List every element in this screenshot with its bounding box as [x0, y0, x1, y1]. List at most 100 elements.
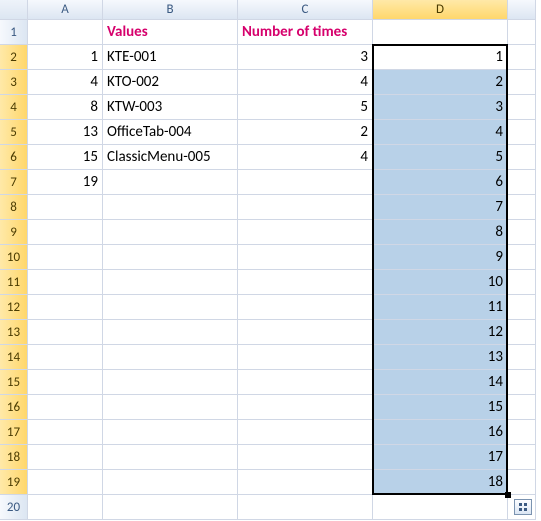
cell-C10[interactable]: [238, 245, 373, 270]
row-header-16[interactable]: 16: [0, 395, 28, 420]
cell-C18[interactable]: [238, 445, 373, 470]
cell-D14[interactable]: 13: [373, 345, 508, 370]
cell-C14[interactable]: [238, 345, 373, 370]
col-header-C[interactable]: C: [238, 0, 373, 20]
cell-x11[interactable]: [508, 270, 536, 295]
cell-x19[interactable]: [508, 470, 536, 495]
cell-B3[interactable]: KTO-002: [103, 70, 238, 95]
autofill-options-button[interactable]: [514, 499, 532, 515]
cell-D10[interactable]: 9: [373, 245, 508, 270]
cell-x17[interactable]: [508, 420, 536, 445]
cell-C16[interactable]: [238, 395, 373, 420]
cell-B19[interactable]: [103, 470, 238, 495]
cell-D12[interactable]: 11: [373, 295, 508, 320]
cell-D16[interactable]: 15: [373, 395, 508, 420]
row-header-18[interactable]: 18: [0, 445, 28, 470]
cell-A16[interactable]: [28, 395, 103, 420]
spreadsheet-grid[interactable]: ABCD1ValuesNumber of times21KTE-0013134K…: [0, 0, 541, 520]
row-header-6[interactable]: 6: [0, 145, 28, 170]
cell-D15[interactable]: 14: [373, 370, 508, 395]
cell-C20[interactable]: [238, 495, 373, 520]
cell-B5[interactable]: OfficeTab-004: [103, 120, 238, 145]
cell-C17[interactable]: [238, 420, 373, 445]
cell-x1[interactable]: [508, 20, 536, 45]
cell-B14[interactable]: [103, 345, 238, 370]
cell-B4[interactable]: KTW-003: [103, 95, 238, 120]
cell-A19[interactable]: [28, 470, 103, 495]
col-header-B[interactable]: B: [103, 0, 238, 20]
cell-A6[interactable]: 15: [28, 145, 103, 170]
cell-D2[interactable]: 1: [373, 45, 508, 70]
cell-D20[interactable]: [373, 495, 508, 520]
cell-A7[interactable]: 19: [28, 170, 103, 195]
cell-B7[interactable]: [103, 170, 238, 195]
row-header-1[interactable]: 1: [0, 20, 28, 45]
cell-x15[interactable]: [508, 370, 536, 395]
cell-A14[interactable]: [28, 345, 103, 370]
cell-C4[interactable]: 5: [238, 95, 373, 120]
cell-A3[interactable]: 4: [28, 70, 103, 95]
cell-x10[interactable]: [508, 245, 536, 270]
row-header-9[interactable]: 9: [0, 220, 28, 245]
cell-C13[interactable]: [238, 320, 373, 345]
cell-B11[interactable]: [103, 270, 238, 295]
row-header-19[interactable]: 19: [0, 470, 28, 495]
cell-D7[interactable]: 6: [373, 170, 508, 195]
cell-A8[interactable]: [28, 195, 103, 220]
cell-A10[interactable]: [28, 245, 103, 270]
cell-A12[interactable]: [28, 295, 103, 320]
cell-A2[interactable]: 1: [28, 45, 103, 70]
cell-x6[interactable]: [508, 145, 536, 170]
row-header-5[interactable]: 5: [0, 120, 28, 145]
cell-A4[interactable]: 8: [28, 95, 103, 120]
cell-D13[interactable]: 12: [373, 320, 508, 345]
cell-x4[interactable]: [508, 95, 536, 120]
cell-B13[interactable]: [103, 320, 238, 345]
cell-x12[interactable]: [508, 295, 536, 320]
cell-B8[interactable]: [103, 195, 238, 220]
cell-D11[interactable]: 10: [373, 270, 508, 295]
cell-C7[interactable]: [238, 170, 373, 195]
row-header-11[interactable]: 11: [0, 270, 28, 295]
cell-x2[interactable]: [508, 45, 536, 70]
col-header-extra[interactable]: [508, 0, 536, 20]
cell-B16[interactable]: [103, 395, 238, 420]
cell-B12[interactable]: [103, 295, 238, 320]
cell-D19[interactable]: 18: [373, 470, 508, 495]
cell-C15[interactable]: [238, 370, 373, 395]
cell-C3[interactable]: 4: [238, 70, 373, 95]
fill-handle[interactable]: [505, 492, 511, 498]
row-header-20[interactable]: 20: [0, 495, 28, 520]
cell-C11[interactable]: [238, 270, 373, 295]
cell-x5[interactable]: [508, 120, 536, 145]
row-header-7[interactable]: 7: [0, 170, 28, 195]
cell-x9[interactable]: [508, 220, 536, 245]
cell-D9[interactable]: 8: [373, 220, 508, 245]
cell-C5[interactable]: 2: [238, 120, 373, 145]
row-header-14[interactable]: 14: [0, 345, 28, 370]
row-header-15[interactable]: 15: [0, 370, 28, 395]
cell-A1[interactable]: [28, 20, 103, 45]
cell-A9[interactable]: [28, 220, 103, 245]
cell-A15[interactable]: [28, 370, 103, 395]
cell-x14[interactable]: [508, 345, 536, 370]
row-header-4[interactable]: 4: [0, 95, 28, 120]
cell-D3[interactable]: 2: [373, 70, 508, 95]
row-header-17[interactable]: 17: [0, 420, 28, 445]
cell-x16[interactable]: [508, 395, 536, 420]
cell-A17[interactable]: [28, 420, 103, 445]
cell-x3[interactable]: [508, 70, 536, 95]
cell-B1[interactable]: Values: [103, 20, 238, 45]
cell-D1[interactable]: [373, 20, 508, 45]
cell-C19[interactable]: [238, 470, 373, 495]
cell-D6[interactable]: 5: [373, 145, 508, 170]
select-all-corner[interactable]: [0, 0, 28, 20]
cell-D4[interactable]: 3: [373, 95, 508, 120]
cell-B15[interactable]: [103, 370, 238, 395]
cell-B17[interactable]: [103, 420, 238, 445]
cell-D5[interactable]: 4: [373, 120, 508, 145]
cell-C6[interactable]: 4: [238, 145, 373, 170]
row-header-8[interactable]: 8: [0, 195, 28, 220]
cell-A11[interactable]: [28, 270, 103, 295]
cell-A18[interactable]: [28, 445, 103, 470]
